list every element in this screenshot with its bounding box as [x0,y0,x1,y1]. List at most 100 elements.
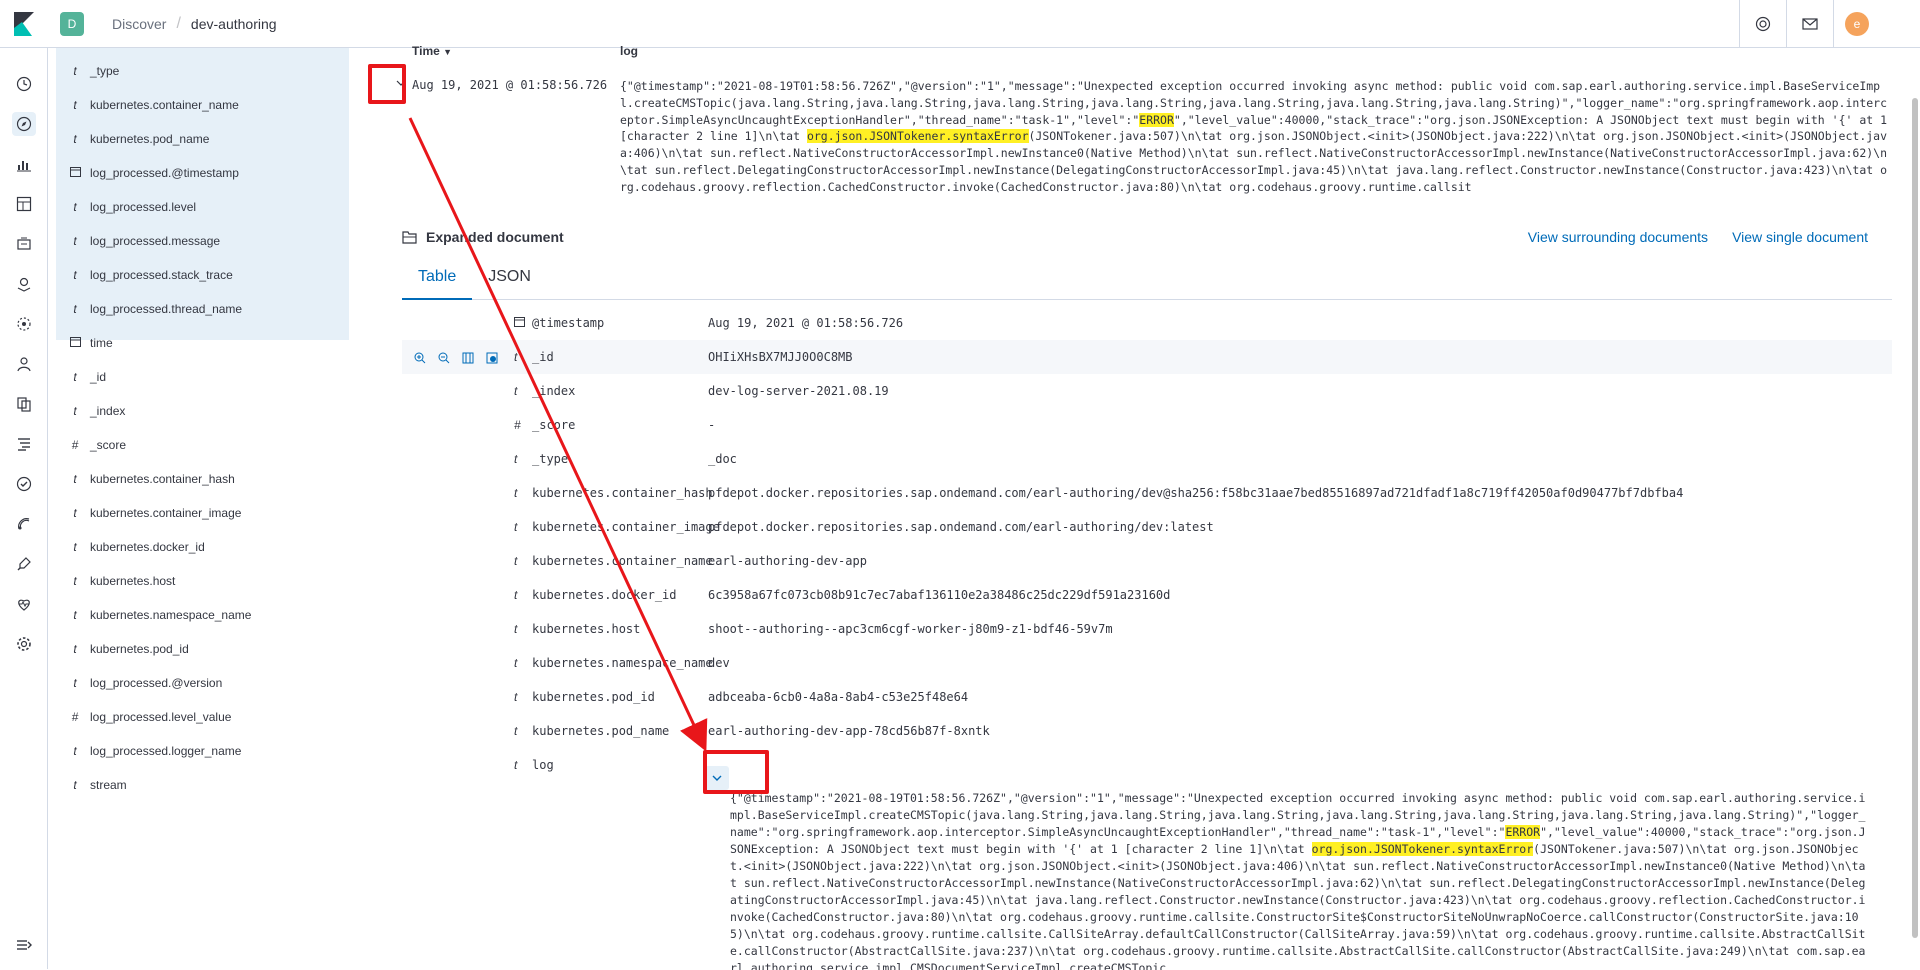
field-item[interactable]: t log_processed.thread_name [56,292,349,326]
management-icon[interactable] [12,632,36,656]
logs-icon[interactable] [12,432,36,456]
doc-row: t kubernetes.host shoot--authoring--apc3cm… [402,612,1892,646]
doc-row: t kubernetes.container_name earl-authoring… [402,544,1892,578]
string-type-icon: t [514,724,518,738]
field-item[interactable]: t log_processed.message [56,224,349,258]
field-item[interactable]: t log_processed.level [56,190,349,224]
kibana-logo-icon[interactable] [0,0,48,48]
field-name: log_processed.thread_name [90,302,243,316]
tab-table[interactable]: Table [402,258,473,300]
space-avatar[interactable]: D [60,11,84,36]
string-type-icon: t [514,588,518,602]
view-single-link[interactable]: View single document [1732,229,1868,245]
field-name: kubernetes.container_image [90,506,242,520]
field-name: log_processed.level_value [90,710,232,724]
filter-exists-icon[interactable] [484,350,500,366]
apm-icon[interactable] [12,392,36,416]
field-name: kubernetes.container_hash [90,472,235,486]
dashboard-icon[interactable] [12,192,36,216]
field-item[interactable]: t kubernetes.namespace_name [56,598,349,632]
field-item[interactable]: t kubernetes.container_image [56,496,349,530]
doc-tabs: Table JSON [402,258,1892,300]
string-type-icon: t [514,690,518,704]
field-item[interactable]: t log_processed.logger_name [56,734,349,768]
field-item[interactable]: t kubernetes.pod_id [56,632,349,666]
string-type-icon: t [73,540,77,554]
monitoring-icon[interactable] [12,592,36,616]
doc-row: t _type _doc [402,442,1892,476]
field-item[interactable]: time [56,326,349,360]
field-item[interactable]: t _id [56,360,349,394]
uptime-icon[interactable] [12,472,36,496]
log-value-highlight-error: ERROR [1505,825,1541,839]
field-item[interactable]: t log_processed.@version [56,666,349,700]
folder-open-icon [402,231,417,244]
field-item[interactable]: t stream [56,768,349,802]
doc-field-value: pfdepot.docker.repositories.sap.ondemand… [708,486,1684,500]
sort-down-icon[interactable]: ▼ [443,47,452,57]
help-icon[interactable] [1739,0,1786,48]
string-type-icon: t [73,64,77,78]
string-type-icon: t [73,404,77,418]
field-item[interactable]: t kubernetes.container_hash [56,462,349,496]
doc-row: t _index dev-log-server-2021.08.19 [402,374,1892,408]
field-item[interactable]: t _type [56,54,349,88]
string-type-icon: t [514,452,518,466]
clock-icon[interactable] [12,72,36,96]
visualize-icon[interactable] [12,152,36,176]
siem-icon[interactable] [12,512,36,536]
field-name: kubernetes.container_name [90,98,239,112]
field-item[interactable]: log_processed.@timestamp [56,156,349,190]
field-item[interactable]: t kubernetes.container_name [56,88,349,122]
compass-icon[interactable] [12,112,36,136]
menu-collapse-icon[interactable] [12,933,36,957]
zoom-in-icon[interactable] [412,350,428,366]
ml-icon[interactable] [12,312,36,336]
field-item[interactable]: t log_processed.stack_trace [56,258,349,292]
calendar-icon [64,166,86,180]
field-item[interactable]: t _index [56,394,349,428]
log-column-header[interactable]: log [620,44,638,58]
expanded-links: View surrounding documents View single d… [1504,229,1868,245]
field-name: kubernetes.host [90,574,176,588]
maps-icon[interactable] [12,272,36,296]
breadcrumb-discover[interactable]: Discover [112,16,166,32]
field-name: log_processed.@timestamp [90,166,239,180]
string-type-icon: t [73,744,77,758]
doc-field-name: kubernetes.pod_id [532,690,655,704]
string-type-icon: t [514,520,518,534]
user-menu[interactable]: e [1833,0,1880,48]
time-column-header[interactable]: Time ▼ [412,44,452,58]
table-header: Time ▼ log [378,44,1878,58]
expanded-document-title: Expanded document [402,229,564,245]
calendar-icon [64,336,86,350]
doc-field-value: dev [708,656,730,670]
string-type-icon: t [73,98,77,112]
discover-main: Time ▼ log Aug 19, 2021 @ 01:58:56.726 {… [378,44,1920,970]
field-item[interactable]: t kubernetes.pod_name [56,122,349,156]
graph-icon[interactable] [12,352,36,376]
header-actions: e [1739,0,1880,48]
toggle-column-icon[interactable] [460,350,476,366]
canvas-icon[interactable] [12,232,36,256]
calendar-icon [514,316,525,330]
doc-field-value: shoot--authoring--apc3cm6cgf-worker-j80m… [708,622,1113,636]
field-name: _score [90,438,127,452]
view-surrounding-link[interactable]: View surrounding documents [1528,229,1708,245]
field-name: kubernetes.pod_id [90,642,189,656]
mail-icon[interactable] [1786,0,1833,48]
string-type-icon: t [73,132,77,146]
scrollbar[interactable] [1912,48,1920,969]
row-time: Aug 19, 2021 @ 01:58:56.726 [412,78,608,92]
scroll-thumb[interactable] [1912,98,1918,938]
field-item[interactable]: t kubernetes.docker_id [56,530,349,564]
breadcrumb: Discover / dev-authoring [112,15,277,33]
tab-json[interactable]: JSON [472,258,547,300]
zoom-out-icon[interactable] [436,350,452,366]
field-item[interactable]: t kubernetes.host [56,564,349,598]
field-item[interactable]: # log_processed.level_value [56,700,349,734]
field-item[interactable]: # _score [56,428,349,462]
doc-field-value: earl-authoring-dev-app [708,554,867,568]
dev-tools-icon[interactable] [12,552,36,576]
breadcrumb-current: dev-authoring [190,15,277,32]
